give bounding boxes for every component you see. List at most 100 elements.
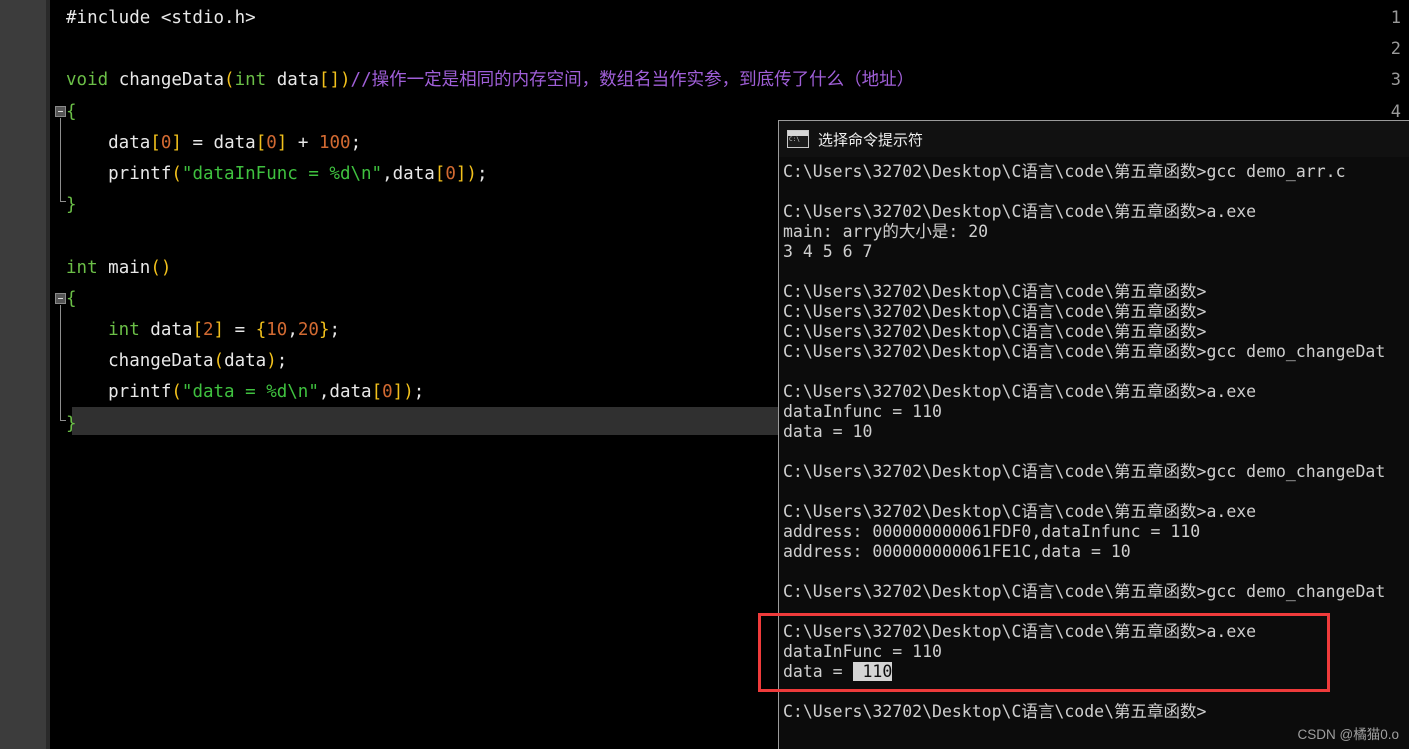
code-token-brk: [] [318,70,340,91]
code-line[interactable]: int data[2] = {10,20}; [66,320,340,340]
code-token-cmt: //操作一定是相同的内存空间，数组名当作实参，到底传了什么（地址） [350,70,915,91]
code-token-plain: data [150,320,193,340]
console-output-area[interactable]: C:\Users\32702\Desktop\C语言\code\第五章函数>gc… [781,161,1409,749]
code-token-brk: } [318,320,330,340]
code-line[interactable]: printf("dataInFunc = %d\n",data[0]); [66,164,487,184]
code-token-brk: ) [403,382,414,403]
console-line: C:\Users\32702\Desktop\C语言\code\第五章函数> [783,322,1207,341]
code-token-num: 100 [318,132,351,153]
code-line[interactable]: #include <stdio.h> [66,8,256,28]
line-number-gutter [0,0,46,749]
code-token-brk: ( [224,70,235,91]
code-token-num: 2 [203,320,214,340]
code-token-plain: main [108,257,151,278]
fold-toggle-icon[interactable] [55,292,66,304]
code-token-kw: void [66,70,119,91]
command-prompt-window[interactable]: 选择命令提示符 C:\Users\32702\Desktop\C语言\code\… [778,120,1409,749]
screenshot-root: 1234567891011121314 #include <stdio.h>vo… [0,0,1409,749]
code-token-plain: #include [66,8,161,28]
console-selected-text[interactable]: 110 [852,662,893,681]
current-line-highlight [72,407,778,435]
console-line: C:\Users\32702\Desktop\C语言\code\第五章函数>gc… [783,582,1386,601]
code-token-plain: data [66,132,151,153]
code-token-num: 20 [297,320,319,340]
console-title-label: 选择命令提示符 [818,131,924,149]
code-token-kw: } [66,195,77,216]
code-token-plain: ; [276,351,288,372]
fold-end-marker [60,201,66,203]
code-token-brk: ( [171,382,182,403]
code-token-plain: changeData [118,70,225,91]
code-token-brk: [ [150,132,161,153]
console-line: C:\Users\32702\Desktop\C语言\code\第五章函数> [783,282,1207,301]
code-token-brk: ) [466,164,477,184]
code-token-plain: ; [329,320,341,340]
console-line: 3 4 5 6 7 [783,242,873,261]
code-token-kw: } [66,413,77,434]
code-token-brk: ] [392,382,404,403]
console-line: C:\Users\32702\Desktop\C语言\code\第五章函数> [783,702,1207,721]
console-line: address: 000000000061FDF0,dataInfunc = 1… [783,522,1201,541]
code-token-num: 0 [266,132,277,153]
console-line: C:\Users\32702\Desktop\C语言\code\第五章函数>a.… [783,622,1257,641]
code-line[interactable]: { [66,102,77,122]
code-token-brk: { [255,320,267,340]
console-title-bar[interactable]: 选择命令提示符 [779,121,1409,157]
code-token-plain: ; [413,382,425,403]
watermark-label: CSDN @橘猫0.o [1297,727,1399,742]
fold-guide-line [60,117,61,202]
console-line: C:\Users\32702\Desktop\C语言\code\第五章函数>a.… [783,382,1257,401]
console-line: data = 110 [783,662,893,682]
code-token-kw: int [66,320,151,340]
code-token-brk: [ [192,320,203,340]
code-token-brk: [ [255,132,267,153]
code-line[interactable]: data[0] = data[0] + 100; [66,133,361,153]
code-token-num: 0 [445,164,456,184]
code-token-plain: printf [66,382,172,403]
code-token-kw: { [66,101,77,122]
console-line: C:\Users\32702\Desktop\C语言\code\第五章函数> [783,302,1207,321]
code-token-brk: [ [434,164,446,184]
console-line: C:\Users\32702\Desktop\C语言\code\第五章函数>a.… [783,502,1257,521]
code-line[interactable]: changeData(data); [66,351,287,371]
code-line[interactable]: { [66,289,77,309]
console-line: C:\Users\32702\Desktop\C语言\code\第五章函数>gc… [783,342,1386,361]
code-token-brk: ) [266,351,277,372]
code-token-plain: = [224,320,256,340]
console-line: main: arry的大小是: 20 [783,222,989,241]
code-token-brk: ( [213,351,225,372]
line-number: 4 [1390,101,1401,122]
code-token-plain: <stdio.h> [160,8,256,28]
code-token-brk: ( [171,164,182,184]
code-line[interactable]: int main() [66,258,171,278]
code-token-plain: + [287,132,319,153]
code-token-plain: ,data [382,164,435,184]
code-token-brk: ) [339,70,351,91]
fold-guide-line [60,304,61,420]
code-token-plain: data [276,70,319,91]
code-line[interactable]: void changeData(int data[])//操作一定是相同的内存空… [66,70,914,90]
code-token-plain: ; [350,132,362,153]
code-token-kw: { [66,288,77,309]
code-token-plain: , [287,320,298,340]
code-token-kw: int [234,70,277,91]
code-line[interactable]: printf("data = %d\n",data[0]); [66,382,424,402]
code-token-plain: data [224,351,267,372]
fold-end-marker [60,419,66,421]
code-token-num: 0 [382,382,393,403]
line-number: 1 [1390,8,1401,28]
code-token-brk: ] [213,320,225,340]
line-number: 2 [1390,39,1401,60]
code-token-num: 10 [266,320,288,340]
fold-toggle-icon[interactable] [55,105,66,117]
code-token-brk: () [150,257,172,278]
console-line: C:\Users\32702\Desktop\C语言\code\第五章函数>gc… [783,162,1346,181]
code-line[interactable]: } [66,195,77,215]
code-token-brk: ] [171,132,182,153]
code-token-brk: ] [455,164,467,184]
code-token-plain: printf [66,164,172,184]
console-line: dataInfunc = 110 [783,402,942,421]
code-line[interactable]: } [66,414,77,434]
code-token-brk: [ [371,382,383,403]
console-line: C:\Users\32702\Desktop\C语言\code\第五章函数>gc… [783,462,1386,481]
